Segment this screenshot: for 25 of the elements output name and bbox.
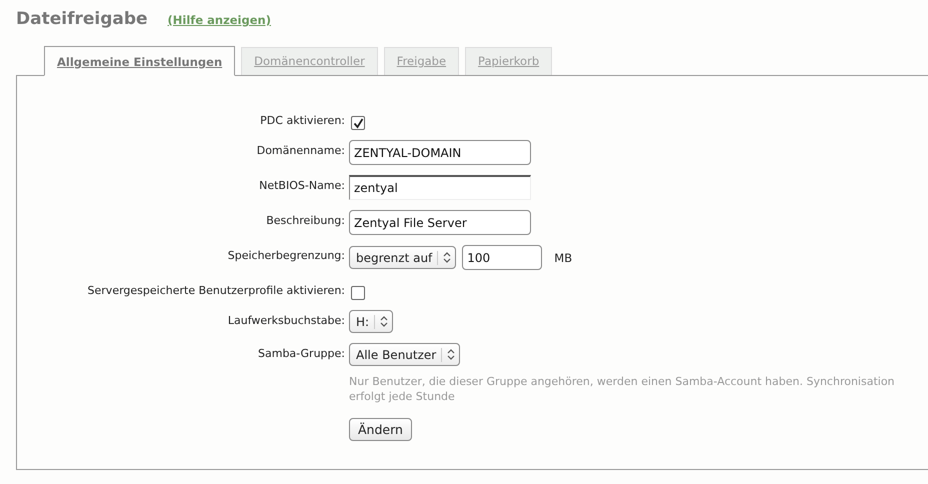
field-label: Samba-Gruppe: [257, 346, 345, 360]
field-label: NetBIOS-Name: [258, 178, 345, 192]
page-title: Dateifreigabe [16, 9, 148, 29]
field-label: Domänenname: [256, 143, 345, 157]
text-field[interactable]: zentyal [349, 175, 531, 200]
chevron-icon [447, 349, 456, 360]
dropdown[interactable]: Alle Benutzer [349, 343, 460, 366]
number-field[interactable]: 100 [462, 245, 542, 270]
field-label: Servergespeicherte Benutzerprofile aktivieren: [86, 283, 345, 297]
field-label: Speicherbegrenzung: [226, 248, 345, 262]
text-field[interactable]: ZENTYAL-DOMAIN [349, 140, 531, 165]
chevron-icon [443, 252, 452, 263]
field-label: Laufwerksbuchstabe: [226, 313, 345, 327]
chevron-icon [380, 316, 388, 327]
dropdown[interactable]: begrenzt auf [349, 246, 456, 269]
checkbox[interactable] [351, 116, 365, 130]
field-label: PDC aktivieren: [259, 113, 345, 127]
text-field[interactable]: Zentyal File Server [349, 210, 531, 235]
field-label: Beschreibung: [265, 213, 345, 227]
dropdown[interactable]: H: [349, 310, 394, 333]
unit-label: MB [554, 250, 572, 264]
tab[interactable]: Allgemeine Einstellungen [44, 46, 236, 76]
submit-button[interactable]: Ändern [349, 418, 412, 441]
help-text: Nur Benutzer, die dieser Gruppe angehören, werden einen Samba-Account haben. Synchronisation erfolgt jede Stunde [349, 374, 896, 404]
checkbox[interactable] [351, 286, 365, 300]
